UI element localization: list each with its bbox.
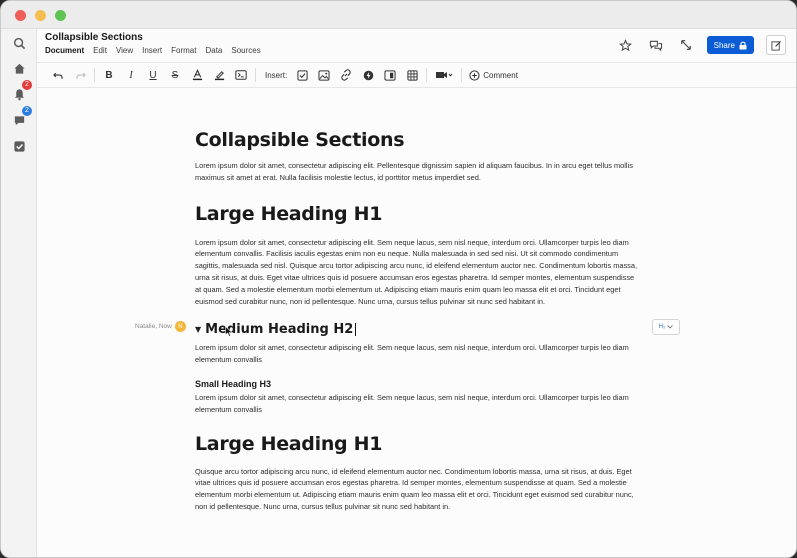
heading-h3[interactable]: Small Heading H3 <box>195 379 640 389</box>
document-body[interactable]: Collapsible Sections Lorem ipsum dolor s… <box>195 129 640 513</box>
link-insert-icon[interactable] <box>335 64 357 86</box>
expand-icon[interactable] <box>677 36 695 54</box>
format-toolbar: B I U S Insert: Comment <box>37 62 796 88</box>
heading-style-value: H₂ <box>658 324 666 330</box>
image-insert-icon[interactable] <box>313 64 335 86</box>
checkbox-insert-icon[interactable] <box>291 64 313 86</box>
app-window: 2 2 Collapsible Sections Document Edit V… <box>0 0 797 558</box>
document-title: Collapsible Sections <box>45 32 143 43</box>
bold-icon[interactable]: B <box>98 64 120 86</box>
lock-icon <box>739 41 747 49</box>
home-icon[interactable] <box>9 58 29 78</box>
intro-paragraph[interactable]: Lorem ipsum dolor sit amet, consectetur … <box>195 160 640 184</box>
document-canvas[interactable]: Natalie, Now N Collapsible Sections Lore… <box>37 89 796 557</box>
menu-document[interactable]: Document <box>45 46 84 55</box>
menu-edit[interactable]: Edit <box>93 46 107 55</box>
table-insert-icon[interactable] <box>401 64 423 86</box>
tasks-icon[interactable] <box>9 136 29 156</box>
chevron-down-icon <box>667 325 674 329</box>
add-comment-icon <box>469 69 480 81</box>
code-block-icon[interactable] <box>230 64 252 86</box>
heading-style-dropdown[interactable]: H₂ <box>652 319 680 335</box>
paragraph-fourth[interactable]: Quisque arcu tortor adipiscing arcu nunc… <box>195 466 640 513</box>
undo-icon[interactable] <box>47 64 69 86</box>
notifications-icon[interactable]: 2 <box>9 80 32 104</box>
app-sidebar: 2 2 <box>1 29 37 557</box>
messages-icon[interactable]: 2 <box>9 106 32 130</box>
text-color-icon[interactable] <box>186 64 208 86</box>
italic-icon[interactable]: I <box>120 64 142 86</box>
paragraph-first[interactable]: Lorem ipsum dolor sit amet, consectetur … <box>195 237 640 308</box>
menu-format[interactable]: Format <box>171 46 196 55</box>
collaborator-presence: Natalie, Now N <box>135 321 186 332</box>
compose-icon <box>770 40 781 51</box>
chat-icon[interactable] <box>647 36 665 54</box>
notifications-badge: 2 <box>22 80 32 90</box>
toolbar-divider <box>426 68 428 82</box>
collaborator-avatar[interactable]: N <box>174 321 186 332</box>
share-button[interactable]: Share <box>706 36 754 54</box>
underline-icon[interactable]: U <box>142 64 164 86</box>
maximize-window-button[interactable] <box>55 10 66 21</box>
close-window-button[interactable] <box>15 10 26 21</box>
share-label: Share <box>713 40 735 50</box>
menu-insert[interactable]: Insert <box>142 46 162 55</box>
strikethrough-icon[interactable]: S <box>164 64 186 86</box>
star-icon[interactable] <box>617 36 635 54</box>
title-bar <box>1 1 796 29</box>
document-heading-title[interactable]: Collapsible Sections <box>195 129 640 151</box>
heading-h1-first[interactable]: Large Heading H1 <box>195 203 640 225</box>
mouse-pointer-icon <box>225 325 233 340</box>
collaborator-name: Natalie, Now <box>135 323 172 330</box>
lightning-insert-icon[interactable] <box>357 64 379 86</box>
menu-sources[interactable]: Sources <box>231 46 260 55</box>
toolbar-divider <box>94 68 95 82</box>
minimize-window-button[interactable] <box>35 10 46 21</box>
header-actions: Share <box>617 35 786 55</box>
messages-badge: 2 <box>22 106 32 116</box>
highlight-icon[interactable] <box>208 64 230 86</box>
redo-icon[interactable] <box>69 64 91 86</box>
menu-view[interactable]: View <box>116 46 133 55</box>
toolbar-divider <box>255 68 256 82</box>
more-insert-dropdown-icon[interactable] <box>430 64 458 86</box>
heading-h2[interactable]: ▼ Medium Heading H2 <box>195 322 640 337</box>
text-cursor <box>355 323 357 337</box>
menu-data[interactable]: Data <box>205 46 222 55</box>
menu-bar: Document Edit View Insert Format Data So… <box>45 46 261 55</box>
toolbar-divider <box>461 68 463 82</box>
collapse-toggle-icon[interactable]: ▼ <box>195 325 201 334</box>
search-icon[interactable] <box>9 33 29 53</box>
heading-h1-second[interactable]: Large Heading H1 <box>195 433 640 455</box>
comment-button[interactable]: Comment <box>469 69 518 81</box>
embed-insert-icon[interactable] <box>379 64 401 86</box>
comment-label: Comment <box>483 70 518 80</box>
paragraph-third[interactable]: Lorem ipsum dolor sit amet, consectetur … <box>195 392 640 416</box>
document-header: Collapsible Sections Document Edit View … <box>37 29 796 61</box>
edit-compose-button[interactable] <box>766 35 786 55</box>
insert-label: Insert: <box>265 70 288 80</box>
paragraph-second[interactable]: Lorem ipsum dolor sit amet, consectetur … <box>195 342 640 366</box>
